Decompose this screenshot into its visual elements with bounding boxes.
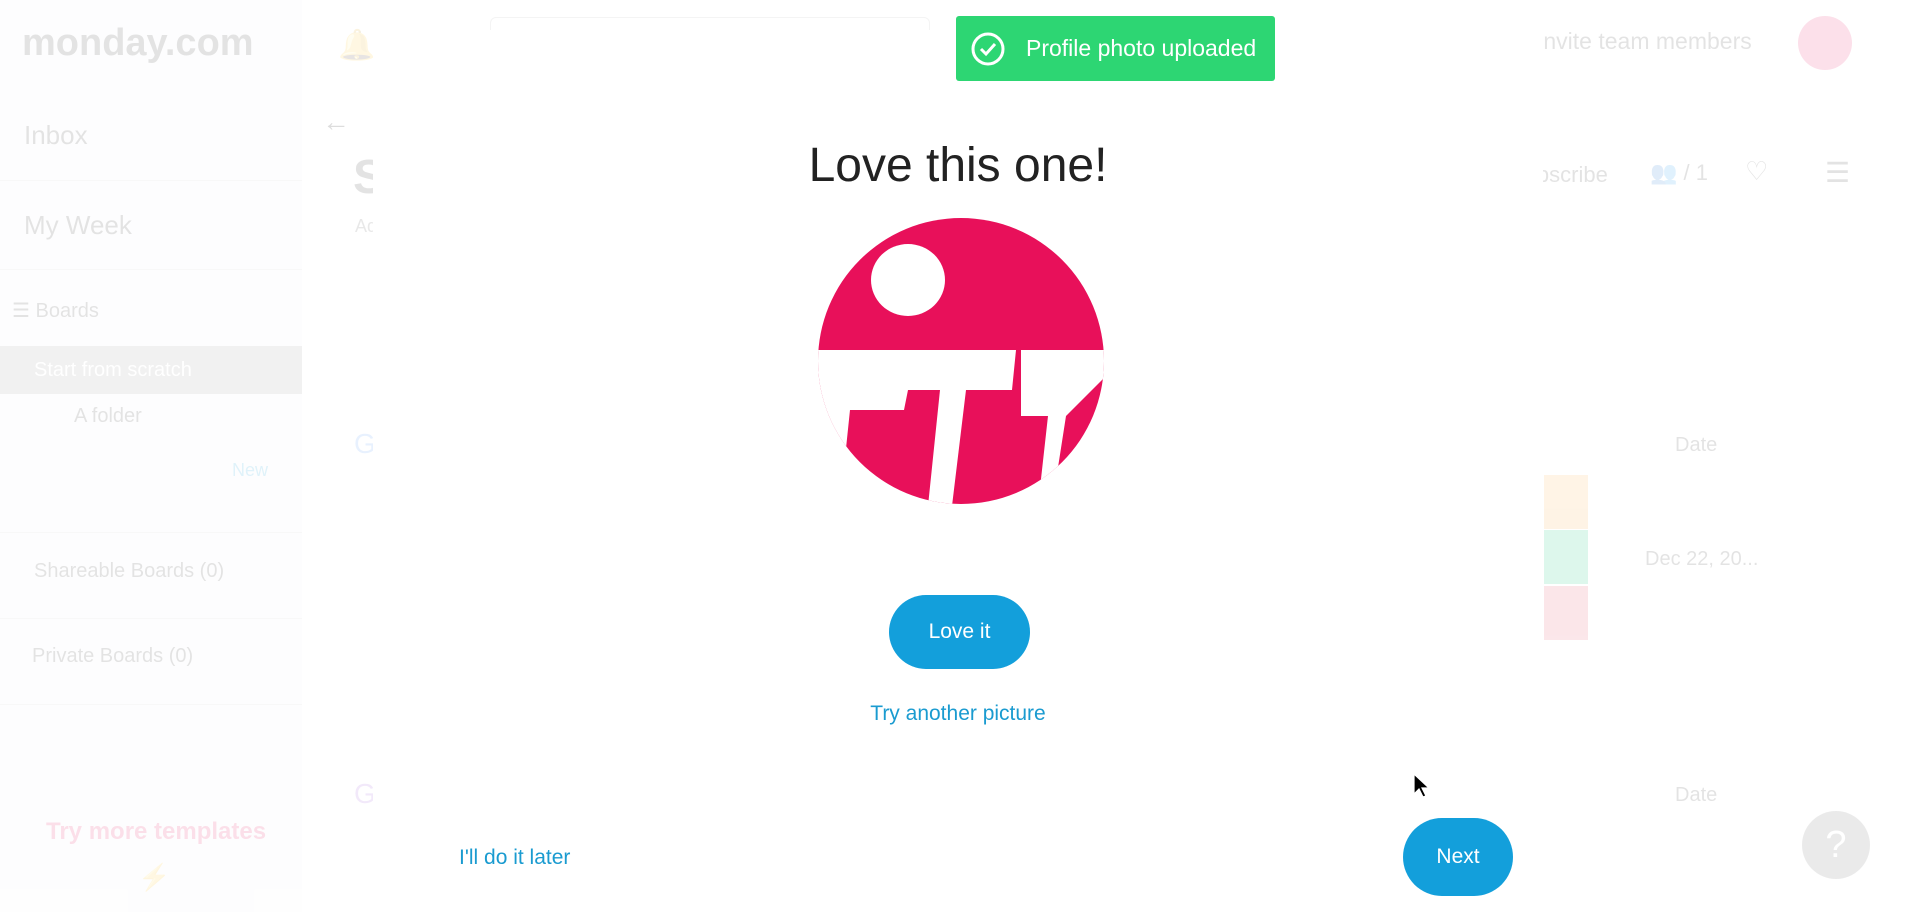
sidebar-item-inbox[interactable]: Inbox — [24, 120, 88, 151]
members-button[interactable]: 👥 / 1 — [1650, 160, 1708, 186]
profile-photo-preview — [818, 218, 1104, 504]
private-count: (0) — [168, 645, 194, 667]
check-circle-icon — [971, 32, 1005, 65]
sidebar-boards-header: ☰ Boards — [12, 300, 99, 322]
try-templates-link[interactable]: Try more templates — [46, 818, 266, 846]
help-button[interactable]: ? — [1802, 811, 1870, 879]
try-another-label[interactable]: Try another picture — [870, 702, 1045, 725]
private-label: Private Boards — [32, 645, 164, 667]
status-cell[interactable] — [1544, 475, 1588, 529]
date-column-header: Date — [1675, 784, 1718, 806]
invite-button[interactable]: Invite team members — [1537, 28, 1752, 55]
date-column-header: Date — [1675, 434, 1718, 456]
shareable-label: Shareable Boards — [34, 560, 195, 582]
do-it-later-link[interactable]: I'll do it later — [459, 846, 570, 870]
user-avatar[interactable] — [1798, 16, 1852, 70]
menu-icon[interactable]: ☰ — [1825, 156, 1850, 189]
back-arrow-icon[interactable]: ← — [322, 106, 350, 138]
toast-text: Profile photo uploaded — [1026, 35, 1257, 61]
members-count: / 1 — [1683, 160, 1708, 185]
toast-notification: Profile photo uploaded — [956, 16, 1275, 81]
boards-label: Boards — [35, 300, 99, 322]
status-cell[interactable] — [1544, 530, 1588, 584]
profile-photo-modal: Love this one! Love it Try another pictu… — [373, 30, 1543, 912]
love-it-button[interactable]: Love it — [889, 595, 1030, 669]
modal-title: Love this one! — [808, 139, 1108, 192]
private-boards[interactable]: Private Boards (0) — [32, 645, 193, 668]
sidebar-folder[interactable]: A folder — [74, 405, 142, 428]
activity-icon[interactable]: ♡ — [1745, 156, 1768, 187]
shareable-count: (0) — [199, 560, 225, 582]
bell-icon[interactable]: 🔔 — [338, 28, 375, 63]
shareable-boards[interactable]: Shareable Boards (0) — [34, 560, 224, 583]
bolt-icon: ⚡ — [138, 862, 171, 892]
monday-logo: monday.com — [22, 22, 254, 64]
sidebar-item-start-from-scratch[interactable]: Start from scratch — [0, 346, 302, 394]
board-label: Start from scratch — [34, 359, 192, 381]
new-board-button[interactable]: New — [232, 460, 268, 481]
mouse-cursor-icon — [1413, 773, 1431, 798]
sidebar: monday.com Inbox My Week ☰ Boards Start … — [0, 0, 302, 912]
date-cell[interactable]: Dec 22, 20... — [1645, 548, 1758, 571]
sidebar-item-my-week[interactable]: My Week — [24, 210, 132, 241]
try-another-picture-link[interactable]: Try another picture — [373, 702, 1543, 726]
next-button[interactable]: Next — [1403, 818, 1513, 896]
status-cell[interactable] — [1544, 586, 1588, 640]
